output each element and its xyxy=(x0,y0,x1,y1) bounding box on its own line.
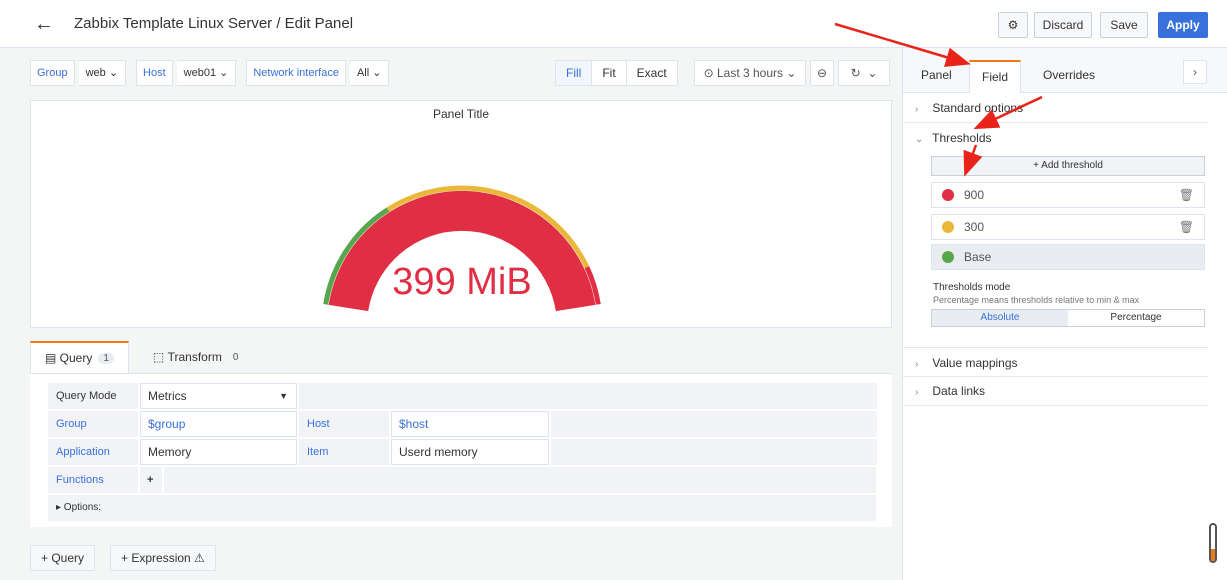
chevron-right-icon: › xyxy=(915,387,919,398)
application-input[interactable]: Memory xyxy=(140,439,297,465)
mode-percentage[interactable]: Percentage xyxy=(1068,310,1204,326)
trash-icon[interactable]: 🗑 xyxy=(1179,220,1194,234)
back-arrow-icon[interactable]: ← xyxy=(34,13,54,36)
refresh-button[interactable]: ↻ ⌄ xyxy=(838,60,890,86)
threshold-row[interactable]: 900 🗑 xyxy=(931,182,1205,208)
tab-overrides[interactable]: Overrides xyxy=(1031,60,1107,93)
section-label: Value mappings xyxy=(932,356,1018,370)
panel-preview: Panel Title 399 MiB xyxy=(30,100,892,328)
section-standard-options[interactable]: › Standard options xyxy=(903,93,1208,123)
thresholds-mode-title: Thresholds mode xyxy=(933,282,1011,293)
query-row-group-host: Group $group Host $host xyxy=(48,411,877,437)
zoom-out-icon: ⊖ xyxy=(816,66,828,80)
save-button[interactable]: Save xyxy=(1100,12,1148,38)
variable-select-network-interface[interactable]: All ⌄ xyxy=(349,60,390,86)
scrollbar-thumb[interactable] xyxy=(1209,523,1217,563)
variable-select-group[interactable]: web ⌄ xyxy=(78,60,127,86)
query-row-options: ▸ Options: xyxy=(48,495,878,521)
section-label: Thresholds xyxy=(932,131,992,145)
tab-query-label: Query xyxy=(59,351,93,365)
options-tabs: Panel Field Overrides › xyxy=(903,48,1227,93)
view-mode-exact[interactable]: Exact xyxy=(627,61,677,85)
threshold-value: Base xyxy=(964,250,992,264)
add-expression-button[interactable]: + Expression ⚠ xyxy=(110,545,216,571)
trash-icon[interactable]: 🗑 xyxy=(1179,188,1194,202)
tab-panel[interactable]: Panel xyxy=(909,60,964,93)
section-thresholds[interactable]: ⌄ Thresholds xyxy=(903,123,1208,153)
host-input[interactable]: $host xyxy=(391,411,549,437)
tab-field[interactable]: Field xyxy=(969,60,1022,93)
caret-down-icon: ▼ xyxy=(279,391,288,401)
apply-button[interactable]: Apply xyxy=(1158,12,1208,38)
chevron-right-icon: › xyxy=(915,104,919,115)
discard-button[interactable]: Discard xyxy=(1034,12,1092,38)
add-query-button[interactable]: + Query xyxy=(30,545,96,571)
threshold-value[interactable]: 300 xyxy=(964,220,984,234)
item-label: Item xyxy=(299,439,389,465)
chevron-right-icon[interactable]: › xyxy=(1183,60,1207,84)
query-mode-select[interactable]: Metrics ▼ xyxy=(140,383,297,409)
query-row-functions: Functions + xyxy=(48,467,876,493)
tab-query[interactable]: ▤ Query 1 xyxy=(30,341,129,373)
query-row-mode: Query Mode Metrics ▼ xyxy=(48,383,877,409)
group-input[interactable]: $group xyxy=(140,411,297,437)
add-threshold-button[interactable]: + Add threshold xyxy=(931,156,1205,176)
item-input[interactable]: Userd memory xyxy=(391,439,549,465)
query-editor: Query Mode Metrics ▼ Group $group Host $… xyxy=(30,373,892,527)
group-label: Group xyxy=(48,411,138,437)
section-label: Data links xyxy=(932,384,986,398)
query-row-application-item: Application Memory Item Userd memory xyxy=(48,439,877,465)
section-data-links[interactable]: › Data links xyxy=(903,376,1208,406)
query-mode-label: Query Mode xyxy=(48,383,138,409)
view-mode-toggle: Fill Fit Exact xyxy=(555,60,678,86)
transform-icon: ⬚ xyxy=(152,350,168,364)
threshold-value[interactable]: 900 xyxy=(964,188,984,202)
refresh-icon: ↻ xyxy=(850,66,861,80)
query-tabs: ▤ Query 1 ⬚ Transform 0 xyxy=(30,341,257,373)
gear-icon: ⚙ xyxy=(1007,18,1019,32)
add-function-button[interactable]: + xyxy=(140,467,162,493)
mode-absolute[interactable]: Absolute xyxy=(932,310,1068,326)
color-swatch[interactable] xyxy=(942,251,954,263)
settings-gear-button[interactable]: ⚙ xyxy=(998,12,1028,38)
transform-count-badge: 0 xyxy=(232,351,239,363)
time-range-picker[interactable]: ⊙ Last 3 hours ⌄ xyxy=(694,60,806,86)
thresholds-mode-description: Percentage means thresholds relative to … xyxy=(933,295,1140,305)
query-count-badge: 1 xyxy=(98,352,114,364)
options-pane: Panel Field Overrides › › Standard optio… xyxy=(902,48,1227,580)
view-mode-fill[interactable]: Fill xyxy=(556,61,593,85)
query-mode-value: Metrics xyxy=(148,389,187,403)
chevron-down-icon: ⌄ xyxy=(867,66,878,80)
section-label: Standard options xyxy=(932,101,1024,115)
dashboard-variables: Group web ⌄ Host web01 ⌄ Network interfa… xyxy=(30,60,399,86)
gauge-value: 399 MiB xyxy=(392,261,532,303)
application-label: Application xyxy=(48,439,138,465)
variable-label-group: Group xyxy=(30,60,75,86)
tab-transform-label: Transform xyxy=(167,350,222,364)
functions-label: Functions xyxy=(48,467,138,493)
threshold-row-base: Base xyxy=(931,244,1205,270)
chevron-down-icon: ⌄ xyxy=(915,134,924,145)
zoom-out-button[interactable]: ⊖ xyxy=(810,60,834,86)
page-title: Zabbix Template Linux Server / Edit Pane… xyxy=(74,15,354,32)
view-mode-fit[interactable]: Fit xyxy=(592,61,627,85)
threshold-row[interactable]: 300 🗑 xyxy=(931,214,1205,240)
tab-transform[interactable]: ⬚ Transform 0 xyxy=(139,341,257,373)
variable-label-host: Host xyxy=(136,60,173,86)
variable-label-network-interface: Network interface xyxy=(246,60,346,86)
database-icon: ▤ xyxy=(45,351,60,365)
options-toggle[interactable]: ▸ Options: xyxy=(48,495,876,521)
thresholds-mode-toggle: Absolute Percentage xyxy=(931,309,1205,327)
color-swatch[interactable] xyxy=(942,189,954,201)
top-bar: ← Zabbix Template Linux Server / Edit Pa… xyxy=(0,0,1227,48)
host-label: Host xyxy=(299,411,389,437)
variable-select-host[interactable]: web01 ⌄ xyxy=(176,60,237,86)
color-swatch[interactable] xyxy=(942,221,954,233)
section-value-mappings[interactable]: › Value mappings xyxy=(903,347,1208,377)
